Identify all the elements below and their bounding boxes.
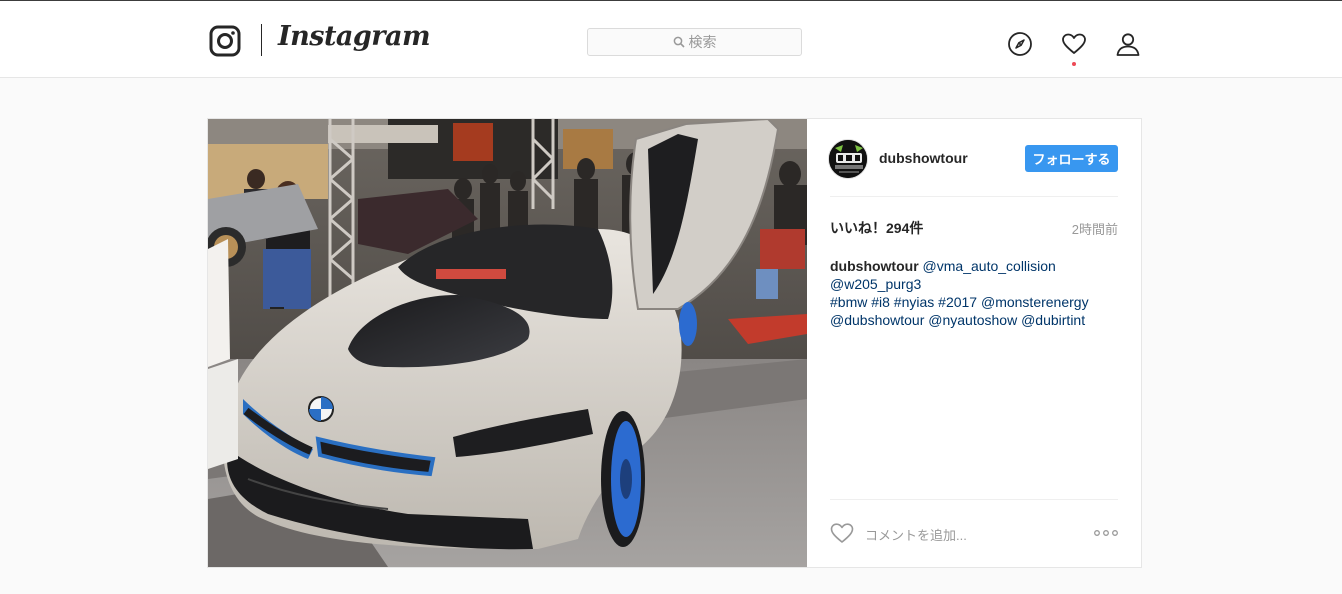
activity-button[interactable] <box>1061 31 1087 57</box>
avatar[interactable] <box>828 139 868 179</box>
post-card: dubshowtour フォローする いいね！294件 2時間前 dubshow… <box>207 118 1142 568</box>
caption-line-1[interactable]: @vma_auto_collision <box>923 258 1056 274</box>
caption-line-4[interactable]: @dubshowtour @nyautoshow @dubirtint <box>830 311 1118 329</box>
instagram-wordmark[interactable]: Instagram <box>278 21 431 52</box>
profile-icon <box>1116 33 1140 56</box>
dub-logo-icon <box>829 140 867 178</box>
car-photo-illustration <box>208 119 807 567</box>
post-username[interactable]: dubshowtour <box>879 150 968 166</box>
profile-button[interactable] <box>1115 31 1141 57</box>
post-sidebar: dubshowtour フォローする いいね！294件 2時間前 dubshow… <box>807 119 1141 567</box>
notification-dot <box>1072 62 1076 66</box>
heart-outline-icon[interactable] <box>830 521 854 545</box>
caption-line-2[interactable]: @w205_purg3 <box>830 275 1118 293</box>
comment-row: コメントを追加... <box>830 521 1118 545</box>
more-options-icon[interactable] <box>1094 529 1118 537</box>
post-caption: dubshowtour @vma_auto_collision @w205_pu… <box>830 257 1118 329</box>
footer-divider <box>830 499 1118 500</box>
caption-username[interactable]: dubshowtour <box>830 258 919 274</box>
search-icon <box>673 36 685 48</box>
instagram-glyph-icon[interactable] <box>209 25 241 57</box>
heart-icon <box>1062 33 1086 54</box>
follow-button[interactable]: フォローする <box>1025 145 1118 172</box>
header-divider <box>830 196 1118 197</box>
explore-button[interactable] <box>1007 31 1033 57</box>
compass-icon <box>1008 32 1032 56</box>
search-input[interactable]: 検索 <box>587 28 802 56</box>
search-placeholder: 検索 <box>688 34 717 50</box>
post-photo[interactable] <box>208 119 807 567</box>
post-timestamp[interactable]: 2時間前 <box>1072 219 1118 238</box>
likes-count[interactable]: いいね！294件 <box>830 218 923 238</box>
caption-line-3[interactable]: #bmw #i8 #nyias #2017 @monsterenergy <box>830 293 1118 311</box>
logo-divider <box>261 24 262 56</box>
comment-input[interactable]: コメントを追加... <box>865 525 967 544</box>
top-navigation-bar: Instagram 検索 <box>0 0 1342 78</box>
